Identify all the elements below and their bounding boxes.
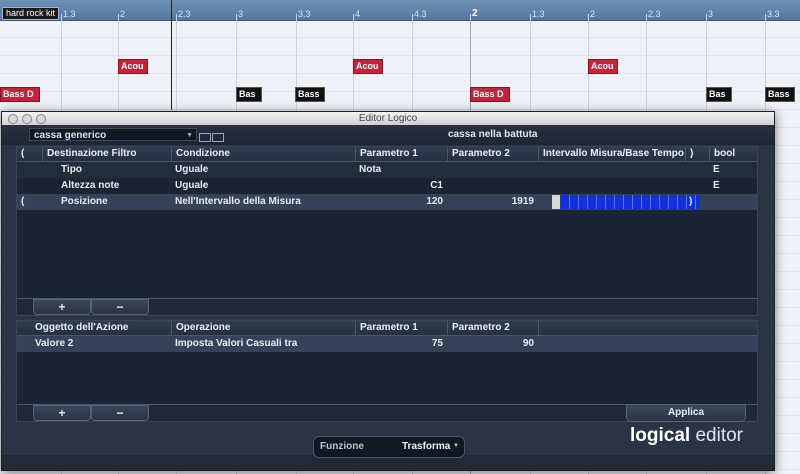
col-paren-close: ) <box>685 147 709 161</box>
row-condition[interactable]: Nell'Intervallo della Misura <box>171 194 355 210</box>
row-paren-close[interactable] <box>685 178 709 194</box>
row-param2[interactable] <box>447 162 538 178</box>
logical-editor-window: Editor Logico cassa generico ▼ cassa nel… <box>1 111 775 471</box>
col-param1: Parametro 1 <box>355 147 447 161</box>
row-condition[interactable]: Uguale <box>171 162 355 178</box>
col-param2: Parametro 2 <box>447 147 538 161</box>
midi-region[interactable]: Bass D <box>0 87 40 102</box>
row-paren-open[interactable]: ( <box>17 194 42 210</box>
action-row[interactable]: Valore 2 Imposta Valori Casuali tra 75 9… <box>17 336 757 352</box>
col-action-param1: Parametro 1 <box>355 321 447 335</box>
row-paren-close[interactable]: ) <box>685 194 709 210</box>
recall-preset-icon[interactable] <box>212 133 224 142</box>
bar-range-grid[interactable] <box>552 195 700 209</box>
midi-region[interactable]: Bass D <box>470 87 510 102</box>
col-bool: bool <box>709 147 757 161</box>
midi-region[interactable]: Acou <box>353 59 383 74</box>
ruler-tick-label: 1.3 <box>532 9 545 19</box>
brand-light: editor <box>695 425 743 446</box>
filter-conditions-table: ( Destinazione Filtro Condizione Paramet… <box>16 146 758 316</box>
function-select[interactable]: Funzione Trasforma ▼ <box>313 436 465 458</box>
filter-row[interactable]: Altezza note Uguale C1 E <box>17 178 757 194</box>
midi-region[interactable]: Bas <box>236 87 262 102</box>
title-bar[interactable]: Editor Logico <box>2 112 774 126</box>
midi-region[interactable]: Bas <box>706 87 732 102</box>
ruler-tick-label: 2.3 <box>648 9 661 19</box>
col-filter-target: Destinazione Filtro <box>42 147 171 161</box>
ruler-tick-label: 2 <box>472 8 478 19</box>
row-param2[interactable] <box>447 178 538 194</box>
preset-bar: cassa generico ▼ cassa nella battuta <box>2 125 774 145</box>
track-label: hard rock kit <box>2 7 60 20</box>
row-param1[interactable]: 120 <box>355 194 447 210</box>
midi-region[interactable]: Acou <box>588 59 618 74</box>
row-condition[interactable]: Uguale <box>171 178 355 194</box>
row-action-target[interactable]: Valore 2 <box>31 336 171 352</box>
col-paren-open: ( <box>21 148 25 159</box>
store-preset-icon[interactable] <box>199 133 211 142</box>
row-target[interactable]: Posizione <box>57 194 171 210</box>
row-operation[interactable]: Imposta Valori Casuali tra <box>171 336 355 352</box>
ruler-tick-label: 3 <box>708 9 714 19</box>
window-title: Editor Logico <box>358 113 418 124</box>
col-action-target: Oggetto dell'Azione <box>35 322 129 333</box>
ruler-tick-label: 3.3 <box>767 9 780 19</box>
chevron-down-icon: ▼ <box>453 443 459 449</box>
ruler-tick-label: 4.3 <box>414 9 427 19</box>
preset-select-value: cassa generico <box>34 130 107 141</box>
preset-name: cassa nella battuta <box>448 129 538 140</box>
remove-condition-button[interactable]: − <box>91 299 149 315</box>
apply-button[interactable]: Applica <box>626 404 746 422</box>
remove-action-button[interactable]: − <box>91 405 149 421</box>
playhead[interactable] <box>171 0 172 110</box>
brand-logo: logical editor <box>630 425 743 447</box>
filter-row[interactable]: Tipo Uguale Nota E <box>17 162 757 178</box>
row-target[interactable]: Tipo <box>57 162 171 178</box>
add-action-button[interactable]: + <box>33 405 91 421</box>
row-bool[interactable]: E <box>709 178 757 194</box>
col-condition: Condizione <box>171 147 355 161</box>
add-condition-button[interactable]: + <box>33 299 91 315</box>
ruler-tick-label: 2.3 <box>178 9 191 19</box>
filter-button-bar: + − <box>17 298 757 315</box>
midi-region[interactable]: Bass <box>295 87 325 102</box>
row-target[interactable]: Altezza note <box>57 178 171 194</box>
ruler-tick-label: 3 <box>238 9 244 19</box>
row-paren-close[interactable] <box>685 162 709 178</box>
row-param2[interactable]: 1919 <box>447 194 538 210</box>
bar-range-fill <box>561 195 700 209</box>
row-paren-open[interactable] <box>17 162 42 178</box>
filter-header: ( Destinazione Filtro Condizione Paramet… <box>17 147 757 162</box>
bar-range-handle[interactable] <box>552 195 560 209</box>
ruler-tick-label: 2 <box>590 9 596 19</box>
preset-select[interactable]: cassa generico ▼ <box>29 128 197 141</box>
col-empty <box>538 321 744 335</box>
col-operation: Operazione <box>171 321 355 335</box>
row-paren-open[interactable] <box>17 178 42 194</box>
row-param1[interactable]: C1 <box>355 178 447 194</box>
row-action-param2[interactable]: 90 <box>447 336 538 352</box>
ruler-tick-label: 3.3 <box>298 9 311 19</box>
ruler-tick-label: 1.3 <box>63 9 76 19</box>
row-action-param1[interactable]: 75 <box>355 336 447 352</box>
row-bool[interactable] <box>709 194 757 210</box>
ruler-tick-label: 4 <box>355 9 361 19</box>
col-action-param2: Parametro 2 <box>447 321 538 335</box>
function-value: Trasforma <box>402 441 451 452</box>
midi-region[interactable]: Bass <box>765 87 795 102</box>
chevron-down-icon: ▼ <box>186 132 193 139</box>
row-bool[interactable]: E <box>709 162 757 178</box>
brand-bold: logical <box>630 425 691 446</box>
preset-store-buttons[interactable] <box>199 129 227 142</box>
function-label: Funzione <box>320 441 364 452</box>
midi-region[interactable]: Acou <box>118 59 148 74</box>
action-header: Oggetto dell'Azione Operazione Parametro… <box>17 321 757 336</box>
row-param1[interactable]: Nota <box>355 162 447 178</box>
ruler-tick-label: 2 <box>120 9 126 19</box>
filter-row-selected[interactable]: ( Posizione Nell'Intervallo della Misura… <box>17 194 757 210</box>
col-bar-range: Intervallo Misura/Base Tempo <box>538 147 685 161</box>
